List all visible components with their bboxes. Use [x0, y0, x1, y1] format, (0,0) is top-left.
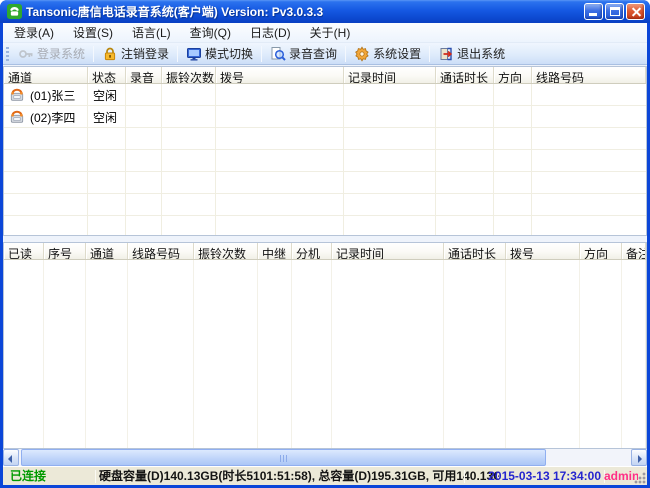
disk-capacity-info: 硬盘容量(D)140.13GB(时长5101:51:58), 总容量(D)195…: [99, 469, 499, 484]
menu-language[interactable]: 语言(L): [127, 22, 176, 43]
toolbar-separator: [177, 46, 178, 62]
col-direction[interactable]: 方向: [580, 243, 622, 259]
scrollbar-thumb[interactable]: [21, 449, 546, 466]
col-recording[interactable]: 录音: [126, 67, 162, 83]
channel-name: (02)李四: [30, 109, 75, 126]
login-system-label: 登录系统: [37, 45, 85, 62]
menu-about[interactable]: 关于(H): [305, 22, 356, 43]
record-table-body[interactable]: [4, 260, 646, 448]
resize-grip-icon[interactable]: [633, 471, 646, 484]
record-table: 已读 序号 通道 线路号码 振铃次数 中继 分机 记录时间 通话时长 拨号 方向…: [3, 242, 647, 449]
record-gridlines: [4, 260, 646, 448]
col-extension[interactable]: 分机: [292, 243, 332, 259]
exit-system-label: 退出系统: [457, 45, 505, 62]
menu-login[interactable]: 登录(A): [9, 22, 59, 43]
app-window: Tansonic唐信电话录音系统(客户端) Version: Pv3.0.3.3…: [0, 0, 650, 488]
key-icon: [18, 46, 34, 62]
window-title: Tansonic唐信电话录音系统(客户端) Version: Pv3.0.3.3: [26, 3, 323, 20]
col-record-time[interactable]: 记录时间: [344, 67, 436, 83]
horizontal-scrollbar[interactable]: [3, 449, 647, 466]
col-dial[interactable]: 拨号: [506, 243, 580, 259]
col-channel[interactable]: 通道: [86, 243, 128, 259]
datetime-display: 2015-03-13 17:34:00: [471, 469, 601, 484]
record-query-label: 录音查询: [289, 45, 337, 62]
close-button[interactable]: [626, 3, 645, 20]
maximize-button[interactable]: [605, 3, 624, 20]
col-ring-count[interactable]: 振铃次数: [194, 243, 258, 259]
menu-query[interactable]: 查询(Q): [185, 22, 236, 43]
client-area: 登录(A) 设置(S) 语言(L) 查询(Q) 日志(D) 关于(H) 登录系统: [3, 23, 647, 485]
phone-icon: [9, 110, 25, 124]
toolbar-separator: [93, 46, 94, 62]
gear-icon: [354, 46, 370, 62]
phone-icon: [9, 88, 25, 102]
col-status[interactable]: 状态: [88, 67, 126, 83]
toolbar-separator: [345, 46, 346, 62]
menu-bar: 登录(A) 设置(S) 语言(L) 查询(Q) 日志(D) 关于(H): [3, 23, 647, 43]
maximize-icon: [610, 7, 620, 16]
col-record-time[interactable]: 记录时间: [332, 243, 444, 259]
statusbar-divider: [95, 470, 96, 483]
col-channel[interactable]: 通道: [4, 67, 88, 83]
logout-label: 注销登录: [121, 45, 169, 62]
statusbar-divider: [464, 470, 465, 483]
exit-system-button[interactable]: 退出系统: [433, 43, 510, 64]
toolbar-separator: [261, 46, 262, 62]
arrow-left-icon: [8, 455, 12, 463]
arrow-right-icon: [638, 455, 642, 463]
channel-table-header: 通道 状态 录音 振铃次数 拨号 记录时间 通话时长 方向 线路号码: [4, 67, 646, 84]
search-icon: [270, 46, 286, 62]
record-table-header: 已读 序号 通道 线路号码 振铃次数 中继 分机 记录时间 通话时长 拨号 方向…: [4, 243, 646, 260]
lock-icon: [102, 46, 118, 62]
mode-switch-label: 模式切换: [205, 45, 253, 62]
toolbar-separator: [429, 46, 430, 62]
minimize-icon: [589, 13, 597, 16]
col-line-number[interactable]: 线路号码: [532, 67, 646, 83]
toolbar: 登录系统 注销登录 模式切换: [3, 43, 647, 65]
title-bar[interactable]: Tansonic唐信电话录音系统(客户端) Version: Pv3.0.3.3: [0, 0, 650, 23]
scroll-left-button[interactable]: [3, 449, 19, 466]
record-query-button[interactable]: 录音查询: [265, 43, 342, 64]
channel-row-1[interactable]: (01)张三 空闲: [4, 84, 646, 106]
minimize-button[interactable]: [584, 3, 603, 20]
green-phone-icon: [7, 4, 22, 19]
col-ring-count[interactable]: 振铃次数: [162, 67, 216, 83]
scroll-right-button[interactable]: [631, 449, 647, 466]
login-system-button[interactable]: 登录系统: [13, 43, 90, 64]
col-duration[interactable]: 通话时长: [436, 67, 494, 83]
mode-switch-button[interactable]: 模式切换: [181, 43, 258, 64]
channel-status: 空闲: [93, 109, 117, 126]
monitor-icon: [186, 46, 202, 62]
col-dial[interactable]: 拨号: [216, 67, 344, 83]
channel-row-2[interactable]: (02)李四 空闲: [4, 106, 646, 128]
col-line-number[interactable]: 线路号码: [128, 243, 194, 259]
channel-table-body[interactable]: (01)张三 空闲 (02)李四 空闲: [4, 84, 646, 235]
col-duration[interactable]: 通话时长: [444, 243, 506, 259]
toolbar-grip-icon: [6, 47, 9, 61]
system-settings-button[interactable]: 系统设置: [349, 43, 426, 64]
col-remark[interactable]: 备注: [622, 243, 646, 259]
col-index[interactable]: 序号: [44, 243, 86, 259]
menu-log[interactable]: 日志(D): [245, 22, 296, 43]
menu-settings[interactable]: 设置(S): [68, 22, 118, 43]
col-trunk[interactable]: 中继: [258, 243, 292, 259]
channel-name: (01)张三: [30, 87, 75, 104]
channel-table: 通道 状态 录音 振铃次数 拨号 记录时间 通话时长 方向 线路号码: [3, 66, 647, 236]
status-bar: 已连接 硬盘容量(D)140.13GB(时长5101:51:58), 总容量(D…: [3, 466, 647, 485]
logout-button[interactable]: 注销登录: [97, 43, 174, 64]
connection-status: 已连接: [10, 469, 95, 484]
channel-status: 空闲: [93, 87, 117, 104]
system-settings-label: 系统设置: [373, 45, 421, 62]
col-direction[interactable]: 方向: [494, 67, 532, 83]
exit-icon: [438, 46, 454, 62]
col-read[interactable]: 已读: [4, 243, 44, 259]
